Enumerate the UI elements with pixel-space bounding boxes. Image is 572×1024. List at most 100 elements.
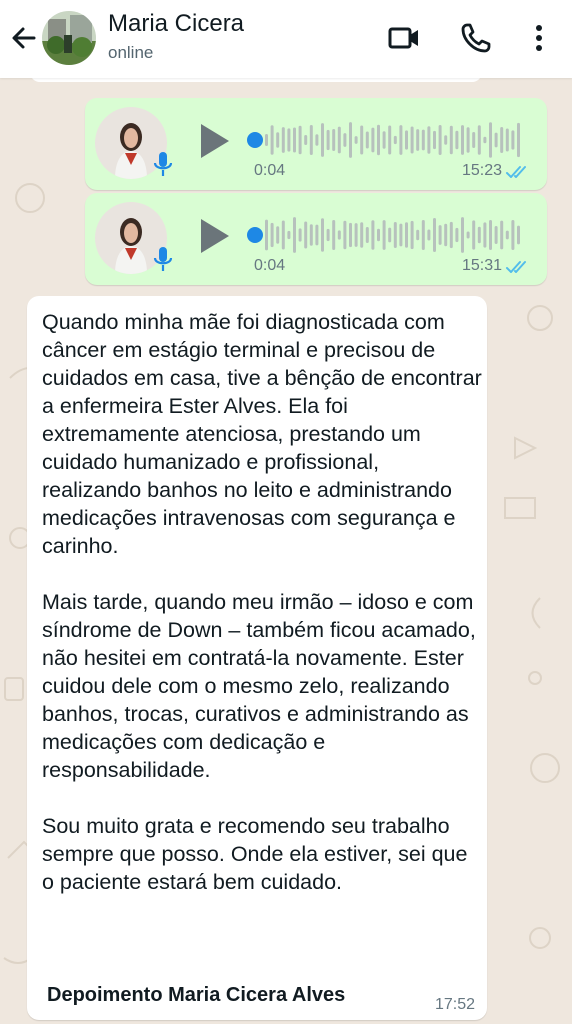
waveform-bar	[265, 134, 268, 146]
message-time: 17:52	[434, 996, 475, 1013]
waveform-bar	[293, 127, 296, 153]
text-message-bubble[interactable]: Quando minha mãe foi diagnosticada com c…	[27, 296, 487, 1020]
waveform-bar	[360, 222, 364, 248]
waveform-bar	[455, 227, 459, 243]
waveform-bar	[421, 220, 425, 250]
waveform-bar	[444, 135, 448, 145]
message-time: 15:31	[461, 257, 502, 274]
waveform-bar	[477, 125, 481, 155]
waveform-bar	[494, 226, 498, 244]
waveform-bar	[393, 221, 397, 249]
waveform-bar	[393, 135, 397, 145]
waveform-bar	[483, 222, 487, 248]
contact-avatar[interactable]	[42, 11, 96, 65]
waveform-bar	[371, 127, 375, 153]
waveform-bar	[365, 227, 369, 243]
phone-icon[interactable]	[456, 18, 496, 58]
waveform-bar	[371, 220, 375, 250]
waveform-bar	[505, 128, 509, 152]
waveform-bar	[365, 131, 369, 149]
waveform-bar	[416, 129, 420, 151]
waveform-bar	[511, 130, 515, 150]
play-button[interactable]	[197, 120, 233, 162]
waveform-bar	[270, 222, 274, 248]
waveform-bar	[304, 135, 308, 145]
waveform-bar	[270, 125, 274, 155]
waveform-bar	[494, 132, 498, 148]
waveform-bar	[382, 131, 386, 149]
waveform-bar	[517, 225, 520, 245]
waveform-bar	[332, 128, 336, 152]
audio-waveform[interactable]	[245, 120, 530, 160]
waveform-bar	[382, 220, 386, 250]
waveform-bar	[349, 222, 352, 248]
video-camera-icon[interactable]	[384, 18, 424, 58]
chat-header: Maria Cicera online	[0, 0, 572, 78]
waveform-bar	[500, 126, 504, 154]
voice-duration: 0:04	[254, 162, 286, 179]
waveform-bar	[489, 219, 492, 251]
waveform-bar	[477, 226, 481, 244]
waveform-bar	[304, 221, 308, 249]
waveform-bar	[483, 136, 487, 144]
waveform-bar	[427, 126, 431, 154]
waveform-bar	[349, 122, 352, 158]
waveform-bar	[511, 220, 515, 250]
waveform-bar	[517, 122, 520, 158]
contact-name[interactable]: Maria Cicera	[108, 10, 244, 38]
waveform-bar	[438, 125, 442, 155]
waveform-bar	[276, 132, 280, 148]
audio-waveform[interactable]	[245, 215, 530, 255]
waveform-bar	[438, 225, 442, 245]
waveform-bar	[449, 125, 453, 155]
waveform-bar	[416, 229, 420, 241]
waveform-bar	[343, 133, 347, 147]
voice-duration: 0:04	[254, 257, 286, 274]
waveform-bar	[354, 136, 358, 144]
waveform-bar	[337, 230, 341, 240]
waveform-bar	[281, 127, 285, 153]
waveform-bar	[281, 220, 285, 250]
microphone-icon	[153, 247, 173, 271]
waveform-bar	[472, 220, 476, 250]
voice-message[interactable]: 0:04 15:23	[85, 98, 547, 190]
waveform-bar	[377, 124, 380, 156]
double-check-icon	[506, 166, 526, 178]
waveform-bar	[449, 221, 453, 249]
waveform-bar	[461, 217, 464, 253]
double-check-icon	[506, 261, 526, 273]
contact-status: online	[108, 43, 154, 62]
waveform-bar	[461, 125, 464, 155]
waveform-bar	[326, 228, 330, 242]
waveform-bar	[455, 130, 459, 150]
more-vertical-icon[interactable]	[519, 18, 559, 58]
voice-message[interactable]: 0:04 15:31	[85, 193, 547, 285]
waveform-bar	[500, 220, 504, 250]
waveform-bar	[505, 230, 509, 240]
waveform-bar	[405, 130, 408, 150]
waveform-bar	[337, 126, 341, 154]
waveform-bar	[472, 132, 476, 148]
waveform-bar	[377, 228, 380, 242]
waveform-bar	[388, 125, 392, 155]
waveform-bar	[298, 228, 302, 242]
waveform-bar	[421, 129, 425, 151]
waveform-bar	[399, 125, 403, 155]
waveform-bar	[410, 220, 414, 250]
waveform-bar	[433, 218, 436, 252]
waveform-bar	[444, 223, 448, 247]
waveform-bar	[321, 218, 324, 252]
microphone-icon	[153, 152, 173, 176]
message-paragraph: Mais tarde, quando meu irmão – idoso e c…	[42, 590, 476, 782]
waveform-bar	[293, 217, 296, 253]
waveform-bar	[360, 125, 364, 155]
waveform-bar	[433, 130, 436, 150]
waveform-bar	[332, 220, 336, 250]
arrow-left-icon[interactable]	[6, 20, 42, 56]
waveform-bar	[287, 128, 291, 152]
waveform-bar	[326, 129, 330, 151]
waveform-bar	[399, 223, 403, 247]
play-button[interactable]	[197, 215, 233, 257]
message-time: 15:23	[461, 162, 502, 179]
waveform-bar	[315, 224, 319, 246]
